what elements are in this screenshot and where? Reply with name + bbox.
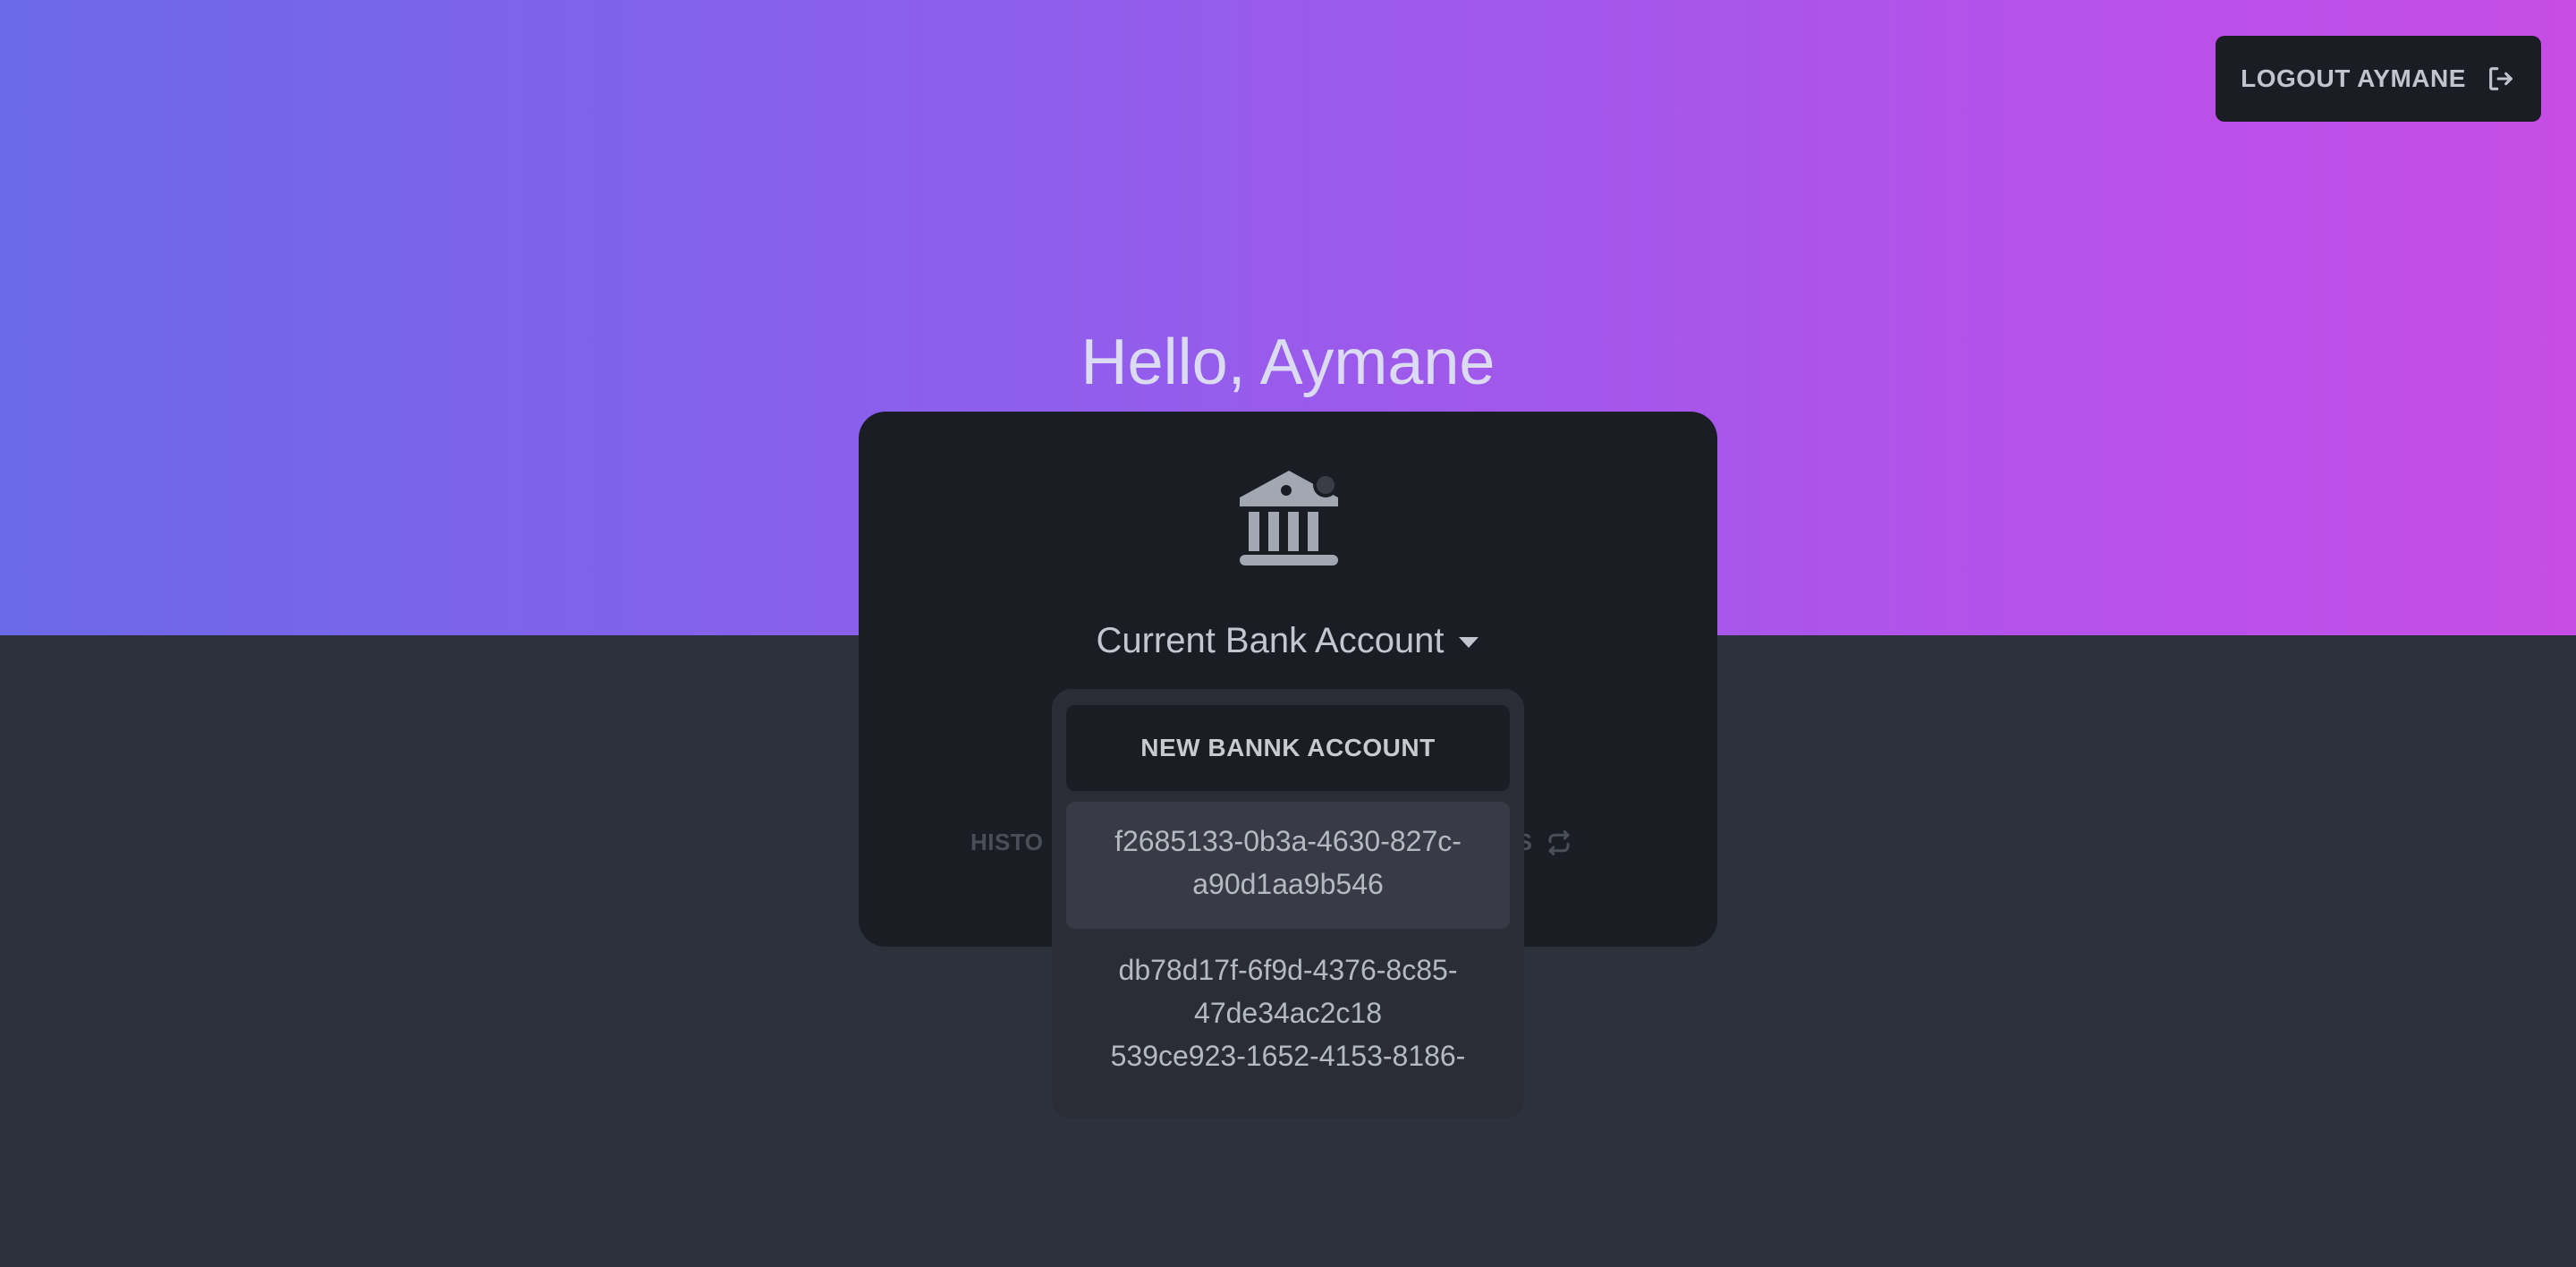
new-bank-account-button[interactable]: NEW BANNK ACCOUNT [1066,705,1510,791]
logout-label: LOGOUT AYMANE [2241,64,2466,92]
sign-out-icon [2488,67,2512,90]
account-selector-label: Current Bank Account [1096,621,1445,660]
account-selector[interactable]: Current Bank Account [859,616,1717,666]
history-link[interactable]: HISTO [970,829,1043,856]
bank-icon [1240,471,1338,565]
repeat-icon [1548,829,1569,855]
logout-button[interactable]: LOGOUT AYMANE [2216,36,2541,122]
page-greeting: Hello, Aymane [1080,327,1496,398]
dropdown-item-account[interactable]: 539ce923-1652-4153-8186- [1066,1016,1510,1095]
account-dropdown-menu: NEW BANNK ACCOUNT f2685133-0b3a-4630-827… [1052,689,1524,1118]
dropdown-item-account[interactable]: f2685133-0b3a-4630-827c-a90d1aa9b546 [1066,802,1510,929]
caret-down-icon [1458,637,1479,649]
